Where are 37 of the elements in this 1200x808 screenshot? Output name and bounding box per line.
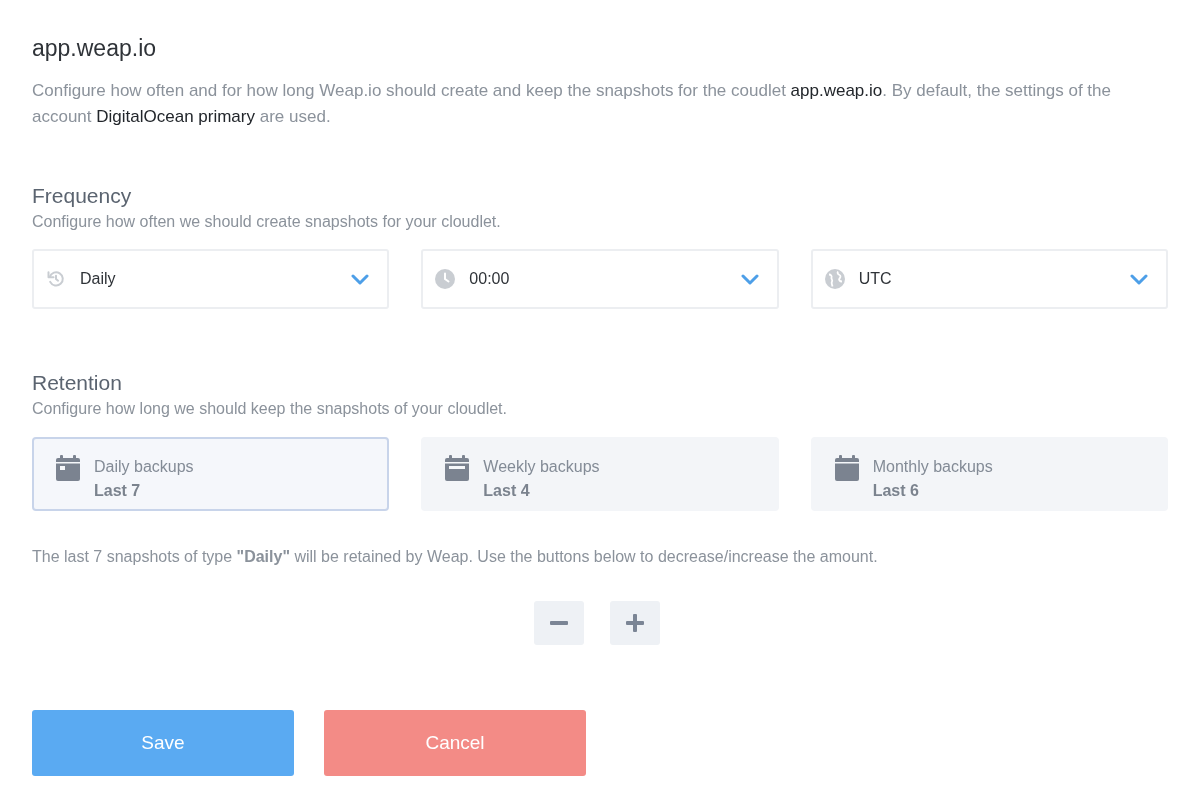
page-title: app.weap.io	[32, 34, 158, 63]
dropdown-select[interactable]: Daily	[32, 249, 390, 309]
retention-card[interactable]: Daily backups Last 7	[32, 437, 390, 511]
cancel-button[interactable]: Cancel	[324, 710, 586, 776]
calendar-icon	[834, 455, 859, 481]
plus-icon	[626, 614, 644, 632]
minus-icon	[550, 621, 568, 625]
chevron-down-icon	[1130, 273, 1148, 285]
retention-info: The last 7 snapshots of type "Daily" will be retained by Weap. Use the buttons below to decrease/increase the amount.	[32, 547, 879, 567]
select-value: 00:00	[469, 269, 511, 289]
increase-button[interactable]	[610, 601, 660, 645]
retention-card[interactable]: Weekly backups Last 4	[421, 437, 779, 511]
calendar-day-icon	[56, 455, 80, 481]
select-value: UTC	[858, 269, 893, 289]
section-heading: Frequency	[32, 183, 133, 209]
save-button[interactable]: Save	[32, 710, 294, 776]
calendar-week-icon	[445, 455, 470, 481]
dropdown-select[interactable]: 00:00	[421, 249, 779, 309]
card-amount: Last 6	[872, 481, 920, 501]
card-amount: Last 4	[483, 481, 531, 501]
select-value: Daily	[80, 269, 117, 289]
globe-icon	[824, 269, 845, 289]
section-subtitle: Configure how often we should create snapshots for your cloudlet.	[32, 212, 502, 232]
card-amount: Last 7	[94, 481, 142, 501]
clock-icon	[435, 269, 456, 289]
chevron-down-icon	[351, 273, 370, 285]
retention-card[interactable]: Monthly backups Last 6	[810, 437, 1168, 511]
section-subtitle: Configure how long we should keep the snapshots of your cloudlet.	[32, 399, 508, 419]
chevron-down-icon	[740, 273, 759, 285]
card-label: Weekly backups	[483, 457, 600, 477]
card-label: Daily backups	[94, 457, 194, 477]
card-label: Monthly backups	[872, 457, 993, 477]
decrease-button[interactable]	[534, 601, 584, 645]
history-icon	[46, 269, 66, 289]
section-heading: Retention	[32, 370, 123, 396]
dropdown-select[interactable]: UTC	[810, 249, 1168, 309]
page-description: Configure how often and for how long Weap.io should create and keep the snapshots for the coudlet app.weap.io. By default, the settings of the account DigitalOcean primary are used.	[32, 80, 1112, 128]
